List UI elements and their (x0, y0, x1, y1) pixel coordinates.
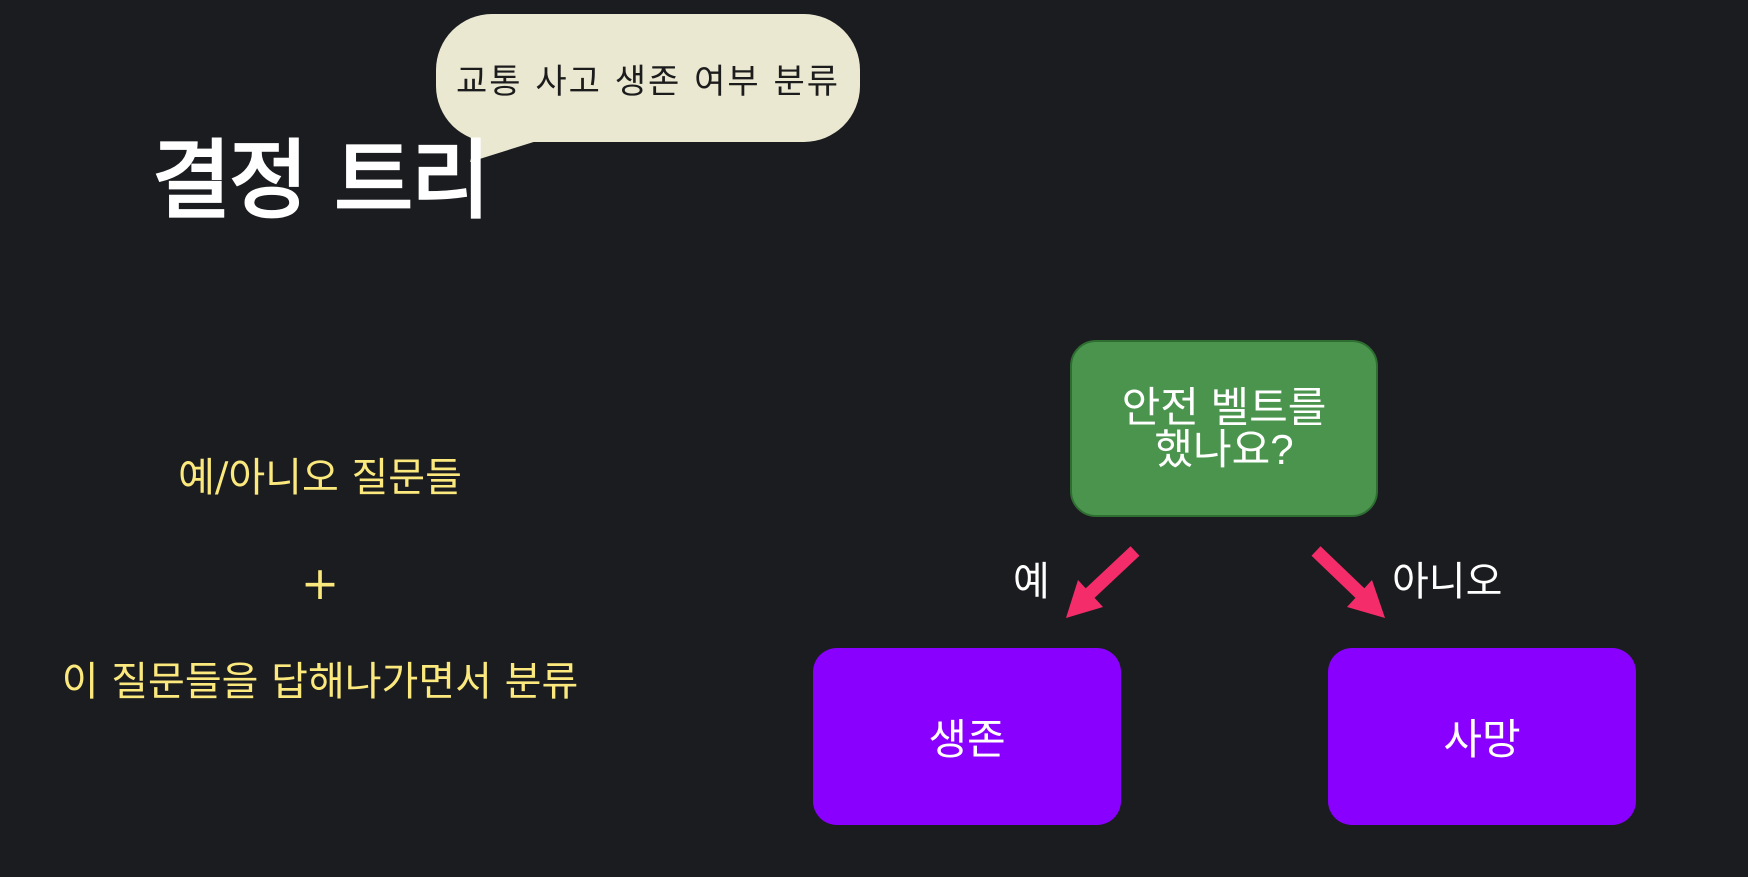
arrow-no-icon (1311, 546, 1369, 602)
leaf-node-survive: 생존 (813, 648, 1121, 825)
edge-label-yes: 예 (1013, 559, 1050, 605)
edge-label-no: 아니오 (1392, 559, 1503, 605)
leaf-node-death-label: 사망 (1443, 716, 1521, 763)
arrow-yes-icon (1081, 546, 1140, 602)
leaf-node-death: 사망 (1328, 648, 1636, 825)
leaf-node-survive-label: 생존 (928, 716, 1006, 763)
